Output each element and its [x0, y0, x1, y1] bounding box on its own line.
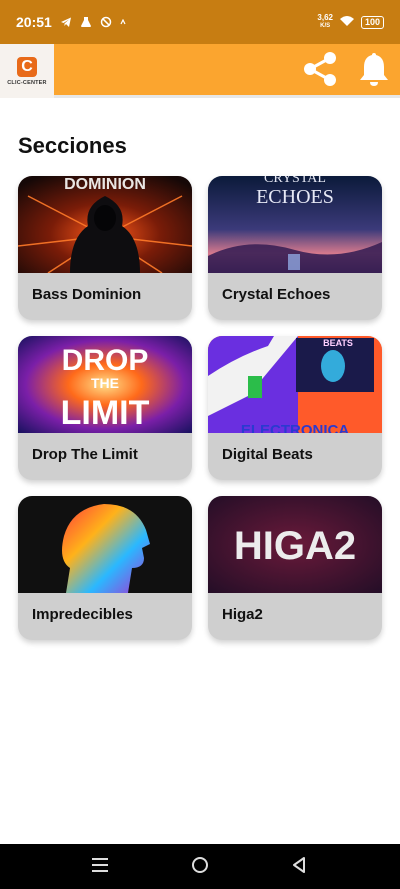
status-bar: 20:51 3,62 K/S 100: [0, 0, 400, 44]
section-card-impredecibles[interactable]: Impredecibles: [18, 496, 192, 640]
dot-icon: [120, 19, 126, 25]
card-image: DOMINION: [18, 176, 192, 273]
speed-unit: K/S: [320, 23, 331, 29]
app-bar: C CLIC-CENTER: [0, 44, 400, 98]
card-art-text-1: DROP: [62, 344, 149, 377]
card-art-text-2: ELECTRONICA: [241, 422, 350, 433]
card-label: Drop The Limit: [32, 446, 138, 463]
section-card-bass-dominion[interactable]: DOMINION Bass Dominion: [18, 176, 192, 320]
card-art-text-2: ECHOES: [256, 186, 334, 208]
menu-icon: [91, 857, 109, 878]
notifications-button[interactable]: [354, 51, 394, 91]
card-art-text-1: CRYSTAL: [264, 176, 326, 186]
network-speed: 3,62 K/S: [317, 14, 333, 30]
card-image: CRYSTAL ECHOES: [208, 176, 382, 273]
page-title: Secciones: [18, 133, 127, 158]
card-label: Digital Beats: [222, 446, 313, 463]
speed-value: 3,62: [317, 13, 333, 22]
battery-indicator: 100: [360, 15, 384, 29]
section-card-digital-beats[interactable]: BEATS ELECTRONICA Digital Beats: [208, 336, 382, 480]
blocked-icon: [100, 16, 112, 28]
card-art-text: HIGA2: [234, 524, 356, 568]
telegram-icon: [60, 16, 72, 28]
card-art-text: DOMINION: [64, 176, 146, 193]
notification-icons: [60, 16, 126, 28]
status-right: 3,62 K/S 100: [317, 14, 384, 30]
logo-text: CLIC-CENTER: [7, 79, 47, 86]
card-art-text-2: THE: [91, 375, 119, 391]
card-label: Impredecibles: [32, 606, 133, 623]
flask-icon: [80, 16, 92, 28]
app-logo[interactable]: C CLIC-CENTER: [0, 44, 54, 98]
system-nav-bar: [0, 844, 400, 889]
share-button[interactable]: [300, 51, 340, 91]
logo-mark: C: [17, 56, 37, 77]
card-image: DROP THE LIMIT: [18, 336, 192, 433]
card-art-text-1: BEATS: [323, 338, 353, 348]
back-button[interactable]: [286, 854, 312, 880]
card-image: [18, 496, 192, 593]
home-button[interactable]: [187, 854, 213, 880]
bell-icon: [358, 51, 390, 92]
recent-apps-button[interactable]: [87, 854, 113, 880]
card-label: Crystal Echoes: [222, 286, 331, 303]
card-art-text-3: LIMIT: [61, 394, 150, 432]
section-card-higa2[interactable]: HIGA2 Higa2: [208, 496, 382, 640]
card-image: HIGA2: [208, 496, 382, 593]
back-triangle-icon: [291, 856, 307, 879]
section-card-crystal-echoes[interactable]: CRYSTAL ECHOES Crystal Echoes: [208, 176, 382, 320]
home-circle-icon: [191, 856, 209, 879]
card-label: Bass Dominion: [32, 286, 142, 303]
status-time: 20:51: [16, 14, 52, 30]
card-label: Higa2: [222, 606, 263, 623]
card-image: BEATS ELECTRONICA: [208, 336, 382, 433]
wifi-icon: [339, 14, 355, 30]
share-icon: [301, 50, 339, 93]
section-card-drop-the-limit[interactable]: DROP THE LIMIT Drop The Limit: [18, 336, 192, 480]
